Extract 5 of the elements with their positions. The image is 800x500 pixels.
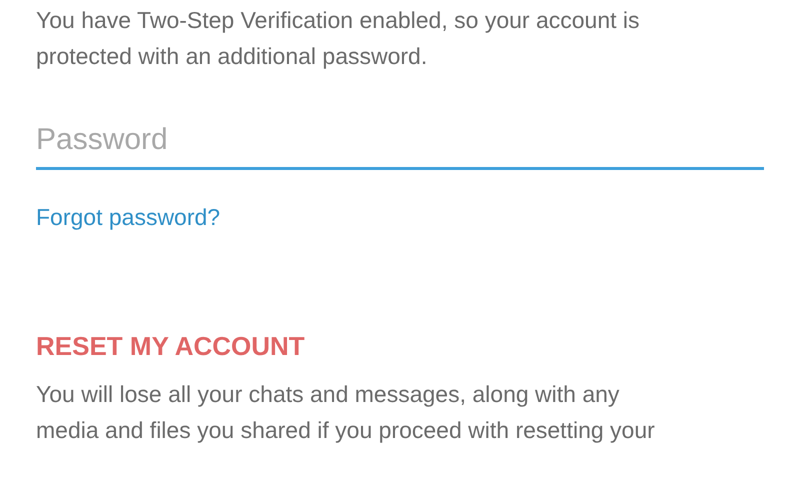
reset-description: You will lose all your chats and messages, along with any media and files you shared if you proceed with resetting your <box>36 380 656 445</box>
forgot-password-link[interactable]: Forgot password? <box>36 204 220 231</box>
password-field[interactable]: Password <box>36 112 764 170</box>
intro-text: You have Two-Step Verification enabled, so your account is protected with an additional password. <box>36 6 641 71</box>
reset-title: RESET MY ACCOUNT <box>36 331 306 362</box>
